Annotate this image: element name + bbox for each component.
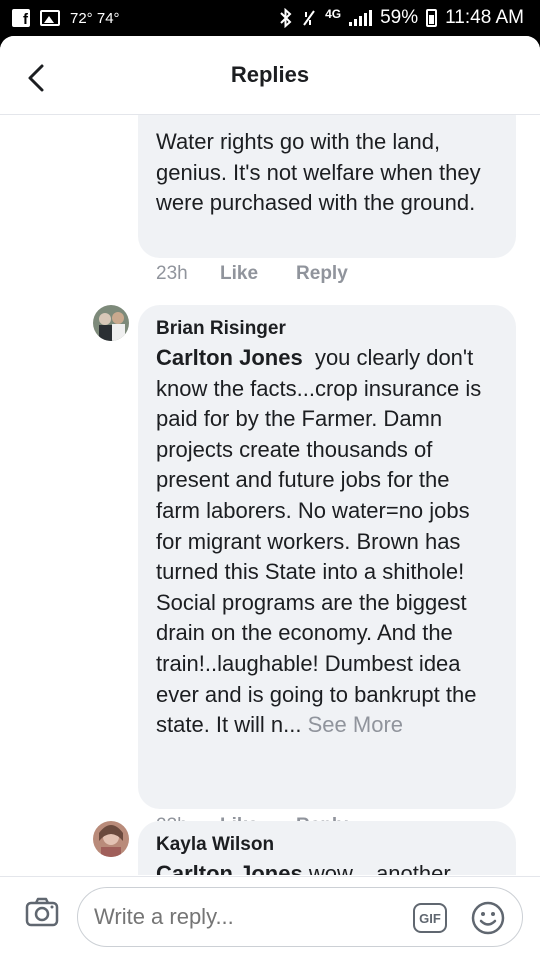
weather-text: 72° 74°: [70, 9, 120, 27]
avatar[interactable]: [93, 821, 129, 857]
gif-button[interactable]: GIF: [413, 903, 447, 933]
replies-screen: Replies Water rights go with the land, g…: [0, 36, 540, 960]
battery-icon: [426, 9, 438, 27]
reply-button[interactable]: Reply: [296, 263, 348, 285]
reply-box: GIF: [77, 887, 523, 947]
bluetooth-icon: [280, 8, 292, 28]
replies-feed[interactable]: Water rights go with the land, genius. I…: [0, 115, 540, 875]
mention-link[interactable]: Carlton Jones: [156, 345, 303, 370]
reply-input[interactable]: [94, 888, 394, 946]
comment-bubble: Water rights go with the land, genius. I…: [138, 115, 516, 258]
vibrate-icon: [303, 10, 315, 26]
status-bar-right: 4G 59% 11:48 AM: [279, 0, 524, 36]
facebook-icon: f: [12, 9, 30, 27]
clock: 11:48 AM: [445, 7, 524, 28]
battery-percent: 59%: [380, 7, 419, 28]
gif-icon: GIF: [419, 910, 441, 926]
avatar[interactable]: [93, 305, 129, 341]
see-more-link[interactable]: See More: [308, 712, 403, 737]
comment-bubble: Kayla Wilson Carlton Jones wow... anothe…: [138, 821, 516, 875]
camera-button[interactable]: [24, 894, 60, 930]
comment-author[interactable]: Kayla Wilson: [156, 833, 498, 857]
network-type: 4G: [325, 7, 342, 21]
page-title: Replies: [230, 62, 310, 87]
comment-actions: 23h Like Reply: [156, 259, 386, 289]
header: Replies: [0, 36, 540, 115]
status-bar: f 72° 74° 4G 59% 11:48 AM: [0, 0, 540, 36]
image-icon: [40, 10, 60, 26]
camera-icon: [25, 897, 59, 927]
comment-time: 23h: [156, 263, 188, 284]
comment-text: you clearly don't know the facts...crop …: [156, 345, 482, 738]
mention-link[interactable]: Carlton Jones: [156, 861, 303, 875]
like-button[interactable]: Like: [220, 263, 258, 285]
comment-bubble: Brian Risinger Carlton Jones you clearly…: [138, 305, 516, 809]
reply-composer: GIF: [0, 876, 540, 960]
emoji-icon: [471, 901, 505, 935]
emoji-button[interactable]: [470, 900, 506, 936]
comment-text: wow... another: [308, 861, 451, 875]
signal-icon: [349, 10, 373, 26]
status-bar-left: f 72° 74°: [12, 0, 120, 36]
comment-author[interactable]: Brian Risinger: [156, 317, 498, 341]
comment-text: Water rights go with the land, genius. I…: [156, 129, 481, 216]
